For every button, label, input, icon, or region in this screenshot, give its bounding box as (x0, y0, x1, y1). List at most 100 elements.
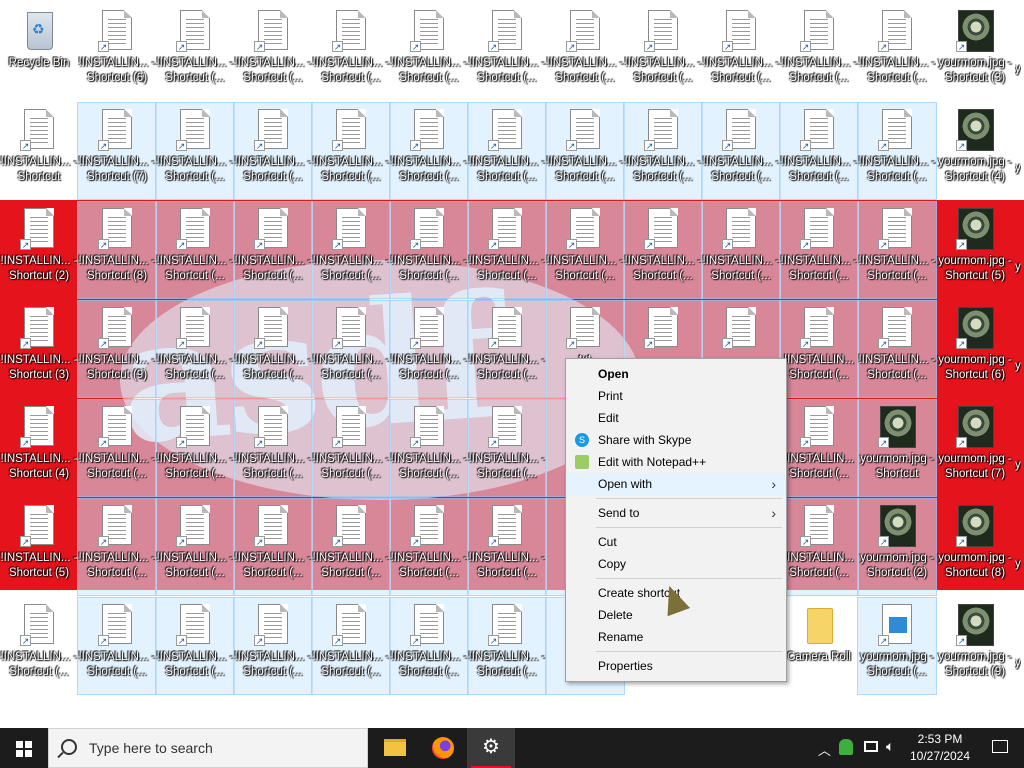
desktop-icon[interactable]: ↗ !INSTALLIN... - Shortcut (... (156, 4, 234, 100)
desktop-icon[interactable]: ↗ !INSTALLIN... - Shortcut (... (311, 201, 391, 299)
desktop-icon[interactable]: ↗ yourmom.jpg - Shortcut (8) (936, 499, 1014, 595)
desktop-icon[interactable]: ↗ !INSTALLIN... - Shortcut (... (311, 597, 391, 695)
desktop-icon[interactable]: ↗ !INSTALLIN... - Shortcut (... (779, 201, 859, 299)
desktop-icon[interactable]: ↗ !INSTALLIN... - Shortcut (... (389, 597, 469, 695)
desktop-icon[interactable]: ↗ yourmom.jpg - Shortcut (3) (936, 4, 1014, 100)
desktop-icon[interactable]: ↗ !INSTALLIN... - Shortcut (... (623, 201, 703, 299)
desktop-icon[interactable]: ↗ !INSTALLIN... - Shortcut (... (155, 498, 235, 596)
desktop-icon[interactable]: ↗ !INSTALLIN... - Shortcut (... (389, 399, 469, 497)
tray-volume-button[interactable]: 🔈︎ (884, 728, 904, 768)
taskbar-settings[interactable]: ⚙ (467, 728, 515, 768)
desktop-icon[interactable]: ↗ !INSTALLIN... - Shortcut (... (546, 4, 624, 100)
desktop-icon[interactable]: ↗ !INSTALLIN... - Shortcut (0, 103, 78, 199)
desktop-icon[interactable]: ↗ !INSTALLIN... - Shortcut (... (779, 102, 859, 200)
menu-item-send-to[interactable]: Send to › (566, 502, 786, 524)
desktop-icon[interactable]: ↗ !INSTALLIN... - Shortcut (... (233, 102, 313, 200)
desktop-icon[interactable]: ↗ yourmom.jpg - Shortcut (4) (936, 103, 1014, 199)
desktop-icon[interactable]: ↗ !INSTALLIN... - Shortcut (... (467, 597, 547, 695)
desktop-icon[interactable]: ↗ !INSTALLIN... - Shortcut (... (0, 598, 78, 694)
desktop-icon[interactable]: ↗ !INSTALLIN... - Shortcut (2) (0, 202, 78, 298)
desktop-icon[interactable]: ↗ !INSTALLIN... Shortcut (... (779, 498, 859, 596)
desktop-icon[interactable]: ↗ !INSTALLIN... - Shortcut (... (701, 201, 781, 299)
desktop-icon[interactable]: ↗ !INSTALLIN... - Shortcut (... (155, 399, 235, 497)
desktop-icon[interactable]: ↗ !INSTALLIN... - Shortcut (... (233, 498, 313, 596)
desktop-icon[interactable]: ↗ !INSTALLIN... - Shortcut (7) (77, 102, 157, 200)
desktop-icon[interactable]: ↗ !INSTALLIN... - Shortcut (... (702, 4, 780, 100)
desktop-icon[interactable]: ↗ yourmom.jpg - Shortcut (9) (936, 598, 1014, 694)
menu-item-cut[interactable]: Cut (566, 531, 786, 553)
desktop-icon[interactable]: ↗ !INSTALLIN... - Shortcut (... (389, 102, 469, 200)
desktop-icon[interactable]: ↗ !INSTALLIN... - Shortcut (5) (0, 499, 78, 595)
desktop-icon[interactable]: ↗ !INSTALLIN... - Shortcut (3) (0, 301, 78, 397)
desktop-icon[interactable]: ↗ !INSTALLIN... - Shortcut (... (233, 300, 313, 398)
desktop-icon[interactable]: ↗ !INSTALLIN... - Shortcut (... (77, 399, 157, 497)
desktop-icon[interactable]: ↗ !INSTALLIN... - Shortcut (... (701, 102, 781, 200)
desktop-icon[interactable]: ↗ !INSTALLIN... - Shortcut (... (624, 4, 702, 100)
desktop-icon[interactable]: ↗ !INSTALLIN... - Shortcut (... (545, 201, 625, 299)
desktop-icon[interactable]: ↗ yourmom.jpg - Shortcut (7) (936, 400, 1014, 496)
desktop-icon[interactable]: ↗ !INSTALLIN... - Shortcut (... (155, 102, 235, 200)
desktop-icon[interactable]: ↗ !INSTALLIN... - Shortcut (6) (78, 4, 156, 100)
desktop-icon[interactable]: ↗ !INSTALLIN... - Shortcut (... (311, 102, 391, 200)
desktop-icon[interactable]: ↗ !INSTALLIN... - Shortcut (... (77, 498, 157, 596)
desktop-icon[interactable]: ↗ yourmom.jpg - Shortcut (5) (936, 202, 1014, 298)
desktop-icon[interactable]: ↗ !INSTALLIN... - Shortcut (... (467, 498, 547, 596)
desktop-icon[interactable]: ↗ !INSTALLIN... - Shortcut (4) (0, 400, 78, 496)
desktop-icon[interactable]: ↗ !INSTALLIN... - Shortcut (... (467, 201, 547, 299)
desktop-icon[interactable]: ↗ !INSTALLIN... - Shortcut (... (311, 498, 391, 596)
desktop-icon[interactable]: ↗ !INSTALLIN... - Shortcut (... (780, 4, 858, 100)
desktop-icon[interactable]: ↗ !INSTALLIN... - Shortcut (... (623, 102, 703, 200)
tray-user-icon-button[interactable] (836, 728, 858, 768)
desktop-icon[interactable]: ↗ yourmom.jpg - Shortcut (857, 399, 937, 497)
desktop-icon[interactable]: ↗ !INSTALLIN... - Shortcut (... (155, 597, 235, 695)
desktop-icon[interactable]: ↗ yourmom.jpg - Shortcut (... (857, 597, 937, 695)
taskbar-file-explorer[interactable] (371, 728, 419, 768)
menu-item-print[interactable]: Print (566, 385, 786, 407)
desktop-icon[interactable]: ↗ !INSTALLIN... - Shortcut (... (467, 399, 547, 497)
menu-item-open[interactable]: Open (566, 363, 786, 385)
action-center-button[interactable] (980, 728, 1024, 768)
desktop[interactable]: asdf Recycle Bin↗!INSTALLIN... - Shortcu… (0, 0, 1024, 728)
desktop-icon[interactable]: ↗ !INSTALLIN... - Shortcut (... (857, 201, 937, 299)
desktop-icon[interactable]: ↗ !INSTALLIN... - Shortcut (... (233, 597, 313, 695)
tray-overflow-button[interactable]: ︿ (814, 728, 832, 768)
desktop-icon[interactable]: ↗ yourmom.jpg - Shortcut (2) (857, 498, 937, 596)
desktop-icon[interactable]: ↗ !INSTALLIN... - Shortcut (... (312, 4, 390, 100)
taskbar-firefox[interactable] (419, 728, 467, 768)
desktop-icon[interactable]: ↗ !INSTALLIN... - Shortcut (... (857, 102, 937, 200)
desktop-icon[interactable]: Recycle Bin (0, 4, 78, 100)
desktop-icon[interactable]: ↗ !INSTALLIN... - Shortcut (... (389, 300, 469, 398)
menu-item-edit-with-notepad[interactable]: Edit with Notepad++ (566, 451, 786, 473)
desktop-icon[interactable]: ↗ !INSTALLIN... - Shortcut (8) (77, 201, 157, 299)
menu-item-share-with-skype[interactable]: S Share with Skype (566, 429, 786, 451)
taskbar-clock[interactable]: 2:53 PM 10/27/2024 (905, 731, 975, 765)
desktop-icon[interactable]: ↗ !INSTALLIN... - Shortcut (... (468, 4, 546, 100)
desktop-icon[interactable]: ↗ !INSTALLIN... - Shortcut (... (234, 4, 312, 100)
start-button[interactable] (0, 728, 48, 768)
desktop-icon[interactable]: ↗ !INSTALLIN... Shortcut (... (779, 399, 859, 497)
desktop-icon[interactable]: ↗ !INSTALLIN... - Shortcut (... (77, 597, 157, 695)
desktop-icon[interactable]: ↗ yourmom.jpg - Shortcut (6) (936, 301, 1014, 397)
desktop-icon[interactable]: ↗ !INSTALLIN... - Shortcut (... (545, 102, 625, 200)
desktop-icon[interactable]: Camera Roll (780, 598, 858, 694)
desktop-icon[interactable]: ↗ !INSTALLIN... - Shortcut (... (311, 399, 391, 497)
desktop-icon[interactable]: ↗ !INSTALLIN... - Shortcut (... (233, 201, 313, 299)
tray-network-button[interactable] (860, 728, 882, 768)
menu-item-rename[interactable]: Rename (566, 626, 786, 648)
desktop-icon[interactable]: ↗ !INSTALLIN... - Shortcut (... (390, 4, 468, 100)
desktop-icon[interactable]: ↗ !INSTALLIN... - Shortcut (... (467, 102, 547, 200)
desktop-icon[interactable]: ↗ !INSTALLIN... - Shortcut (... (311, 300, 391, 398)
desktop-icon[interactable]: ↗ !INSTALLIN... - Shortcut (... (155, 300, 235, 398)
desktop-icon[interactable]: ↗ !INSTALLIN... - Shortcut (... (467, 300, 547, 398)
desktop-icon[interactable]: ↗ !INSTALLIN... - Shortcut (... (858, 4, 936, 100)
desktop-icon[interactable]: ↗ !INSTALLIN... - Shortcut (... (389, 498, 469, 596)
desktop-icon[interactable]: ↗ !INSTALLIN... - Shortcut (... (155, 201, 235, 299)
desktop-icon[interactable]: ↗ !INSTALLIN... - Shortcut (... (389, 201, 469, 299)
desktop-icon[interactable]: ↗ !INSTALLIN... - Shortcut (... (233, 399, 313, 497)
menu-item-properties[interactable]: Properties (566, 655, 786, 677)
menu-item-edit[interactable]: Edit (566, 407, 786, 429)
taskbar-search-box[interactable]: Type here to search (48, 728, 368, 768)
desktop-icon[interactable]: ↗ !INSTALLIN... - Shortcut (9) (77, 300, 157, 398)
menu-item-copy[interactable]: Copy (566, 553, 786, 575)
menu-item-open-with[interactable]: Open with › (566, 473, 786, 495)
